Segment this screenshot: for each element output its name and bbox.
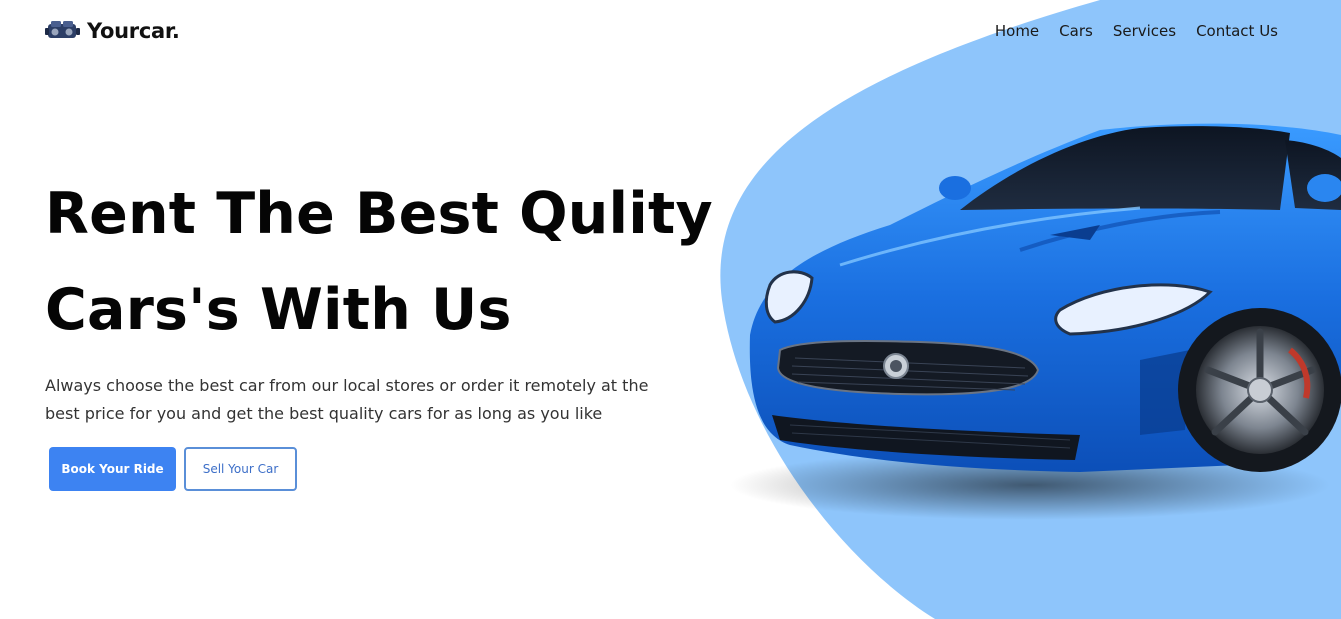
hero-title-line-1: Rent The Best Qulity <box>45 181 713 247</box>
hero-title: Rent The Best Qulity Cars's With Us <box>45 166 745 358</box>
brand-logo[interactable]: Yourcar. <box>45 18 180 44</box>
nav-item-cars[interactable]: Cars <box>1059 22 1093 40</box>
brand-name: Yourcar. <box>87 19 180 43</box>
sell-your-car-button[interactable]: Sell Your Car <box>184 447 297 491</box>
car-engine-icon <box>45 18 81 44</box>
nav-item-home[interactable]: Home <box>995 22 1039 40</box>
book-your-ride-button[interactable]: Book Your Ride <box>49 447 176 491</box>
nav-item-services[interactable]: Services <box>1113 22 1176 40</box>
hero-title-line-2: Cars's With Us <box>45 277 512 343</box>
blue-sports-car-image <box>730 123 1341 520</box>
hero-description: Always choose the best car from our loca… <box>45 376 649 423</box>
site-header: Yourcar. Home Cars Services Contact Us <box>0 0 1341 64</box>
main-nav: Home Cars Services Contact Us <box>995 22 1278 40</box>
nav-item-contact-us[interactable]: Contact Us <box>1196 22 1278 40</box>
